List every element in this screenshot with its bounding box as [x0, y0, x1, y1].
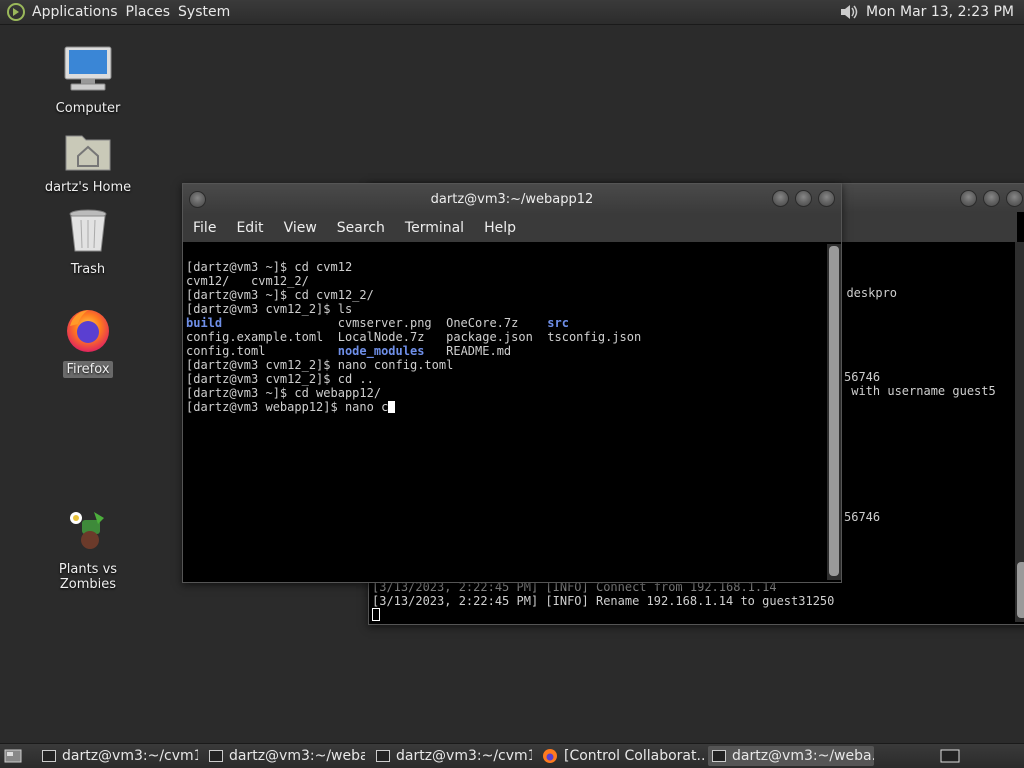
desktop-icon-label: Trash: [70, 262, 106, 277]
terminal-line: [dartz@vm3 cvm12_2]$ ls: [186, 302, 353, 316]
maximize-button[interactable]: [795, 190, 812, 207]
taskbar-item[interactable]: dartz@vm3:~/weba...: [205, 746, 365, 766]
workspace-switcher-icon[interactable]: [940, 748, 960, 764]
volume-icon[interactable]: [838, 2, 860, 22]
close-button[interactable]: [818, 190, 835, 207]
applications-menu[interactable]: Applications: [32, 4, 126, 20]
firefox-icon: [543, 749, 557, 763]
taskbar-item[interactable]: [Control Collaborat...: [540, 746, 704, 766]
computer-icon: [64, 46, 112, 91]
window-title: dartz@vm3:~/webapp12: [430, 191, 594, 207]
desktop-icon-label: Computer: [55, 101, 121, 116]
scrollbar-thumb[interactable]: [829, 246, 839, 576]
bottom-taskbar: dartz@vm3:~/cvm12 dartz@vm3:~/weba... da…: [0, 743, 1024, 768]
ls-row: config.example.toml LocalNode.7z package…: [186, 330, 826, 344]
maximize-button[interactable]: [983, 190, 1000, 207]
terminal-line: cvm12/ cvm12_2/: [186, 274, 309, 288]
terminal-menubar: File Edit View Search Terminal Help: [183, 214, 841, 242]
taskbar-item[interactable]: dartz@vm3:~/cvm1...: [372, 746, 532, 766]
ls-entry: node_modules: [337, 344, 425, 358]
taskbar-item-label: [Control Collaborat...: [564, 748, 704, 764]
terminal-line: [dartz@vm3 cvm12_2]$ nano config.toml: [186, 358, 454, 372]
minimize-button[interactable]: [772, 190, 789, 207]
ls-row: config.toml node_modules README.md: [186, 344, 826, 358]
close-button[interactable]: [1006, 190, 1023, 207]
menu-help[interactable]: Help: [474, 220, 526, 236]
trash-icon: [69, 209, 107, 252]
terminal-output[interactable]: [dartz@vm3 ~]$ cd cvm12 cvm12/ cvm12_2/[d…: [183, 244, 829, 584]
taskbar-item-label: dartz@vm3:~/cvm1...: [396, 748, 532, 764]
ls-entry: README.md: [446, 344, 512, 358]
terminal-icon: [376, 750, 390, 762]
terminal-line: [dartz@vm3 ~]$ cd webapp12/: [186, 386, 382, 400]
terminal-icon: [712, 750, 726, 762]
clock[interactable]: Mon Mar 13, 2:23 PM: [860, 4, 1024, 20]
ls-entry: src: [547, 316, 569, 330]
taskbar-item-label: dartz@vm3:~/weba...: [229, 748, 365, 764]
back-terminal-line: with username guest5: [844, 384, 996, 398]
terminal-line: [dartz@vm3 cvm12_2]$ cd ..: [186, 372, 374, 386]
desktop-icon-trash[interactable]: Trash: [33, 208, 143, 278]
ls-entry: config.toml: [186, 344, 266, 358]
desktop-icon-label: Firefox: [63, 361, 113, 378]
ls-entry: tsconfig.json: [547, 330, 642, 344]
terminal-prompt-line: [dartz@vm3 webapp12]$ nano c: [186, 400, 826, 414]
show-desktop-icon[interactable]: [4, 748, 22, 764]
terminal-line: [dartz@vm3 webapp12]$ nano c: [186, 400, 389, 414]
ls-output: build cvmserver.png OneCore.7z src config…: [186, 316, 826, 358]
back-terminal-line: 56746: [844, 510, 881, 524]
menu-view[interactable]: View: [274, 220, 327, 236]
desktop-icon-label: Plants vs Zombies: [58, 562, 118, 592]
ls-entry: OneCore.7z: [446, 316, 519, 330]
terminal-cursor-line: [369, 606, 395, 626]
ls-entry: build: [186, 316, 223, 330]
firefox-icon: [67, 310, 109, 352]
system-menu[interactable]: System: [178, 4, 238, 20]
menu-file[interactable]: File: [183, 220, 226, 236]
desktop-icon-computer[interactable]: Computer: [33, 45, 143, 117]
menu-search[interactable]: Search: [327, 220, 395, 236]
terminal-icon: [209, 750, 223, 762]
desktop-icon-home[interactable]: dartz's Home: [33, 128, 143, 196]
window-menu-button[interactable]: [189, 191, 206, 208]
menu-terminal[interactable]: Terminal: [395, 220, 474, 236]
taskbar-item-active[interactable]: dartz@vm3:~/weba...: [708, 746, 874, 766]
desktop-icon-firefox[interactable]: Firefox: [33, 306, 143, 378]
taskbar-item[interactable]: dartz@vm3:~/cvm12: [38, 746, 198, 766]
back-window-scrollbar[interactable]: [1015, 242, 1024, 622]
front-terminal-window[interactable]: dartz@vm3:~/webapp12 File Edit View Sear…: [182, 183, 842, 583]
terminal-line: [dartz@vm3 ~]$ cd cvm12_2/: [186, 288, 374, 302]
front-window-titlebar[interactable]: dartz@vm3:~/webapp12: [183, 184, 841, 214]
taskbar-item-label: dartz@vm3:~/cvm12: [62, 748, 198, 764]
ls-entry: package.json: [446, 330, 533, 344]
terminal-cursor: [372, 608, 380, 621]
desktop-icon-label: dartz's Home: [44, 180, 132, 195]
plants-vs-zombies-icon: [70, 512, 104, 549]
places-menu[interactable]: Places: [126, 4, 179, 20]
home-folder-icon: [65, 135, 111, 171]
front-window-scrollbar[interactable]: [827, 244, 841, 580]
ls-entry: config.example.toml: [186, 330, 324, 344]
terminal-icon: [42, 750, 56, 762]
terminal-cursor: [388, 401, 396, 413]
gnome-foot-icon[interactable]: [6, 2, 26, 22]
menu-edit[interactable]: Edit: [226, 220, 273, 236]
back-terminal-line: q deskpro: [832, 286, 898, 300]
taskbar-item-label: dartz@vm3:~/weba...: [732, 748, 874, 764]
ls-entry: cvmserver.png: [337, 316, 432, 330]
back-terminal-line: [3/13/2023, 2:22:45 PM] [INFO] Rename 19…: [372, 594, 835, 608]
top-panel: Applications Places System Mon Mar 13, 2…: [0, 0, 1024, 25]
desktop-icon-pvz[interactable]: Plants vs Zombies: [33, 506, 143, 593]
minimize-button[interactable]: [960, 190, 977, 207]
terminal-line: [dartz@vm3 ~]$ cd cvm12: [186, 260, 353, 274]
scrollbar-thumb[interactable]: [1017, 562, 1024, 618]
ls-row: build cvmserver.png OneCore.7z src: [186, 316, 826, 330]
ls-entry: LocalNode.7z: [337, 330, 425, 344]
